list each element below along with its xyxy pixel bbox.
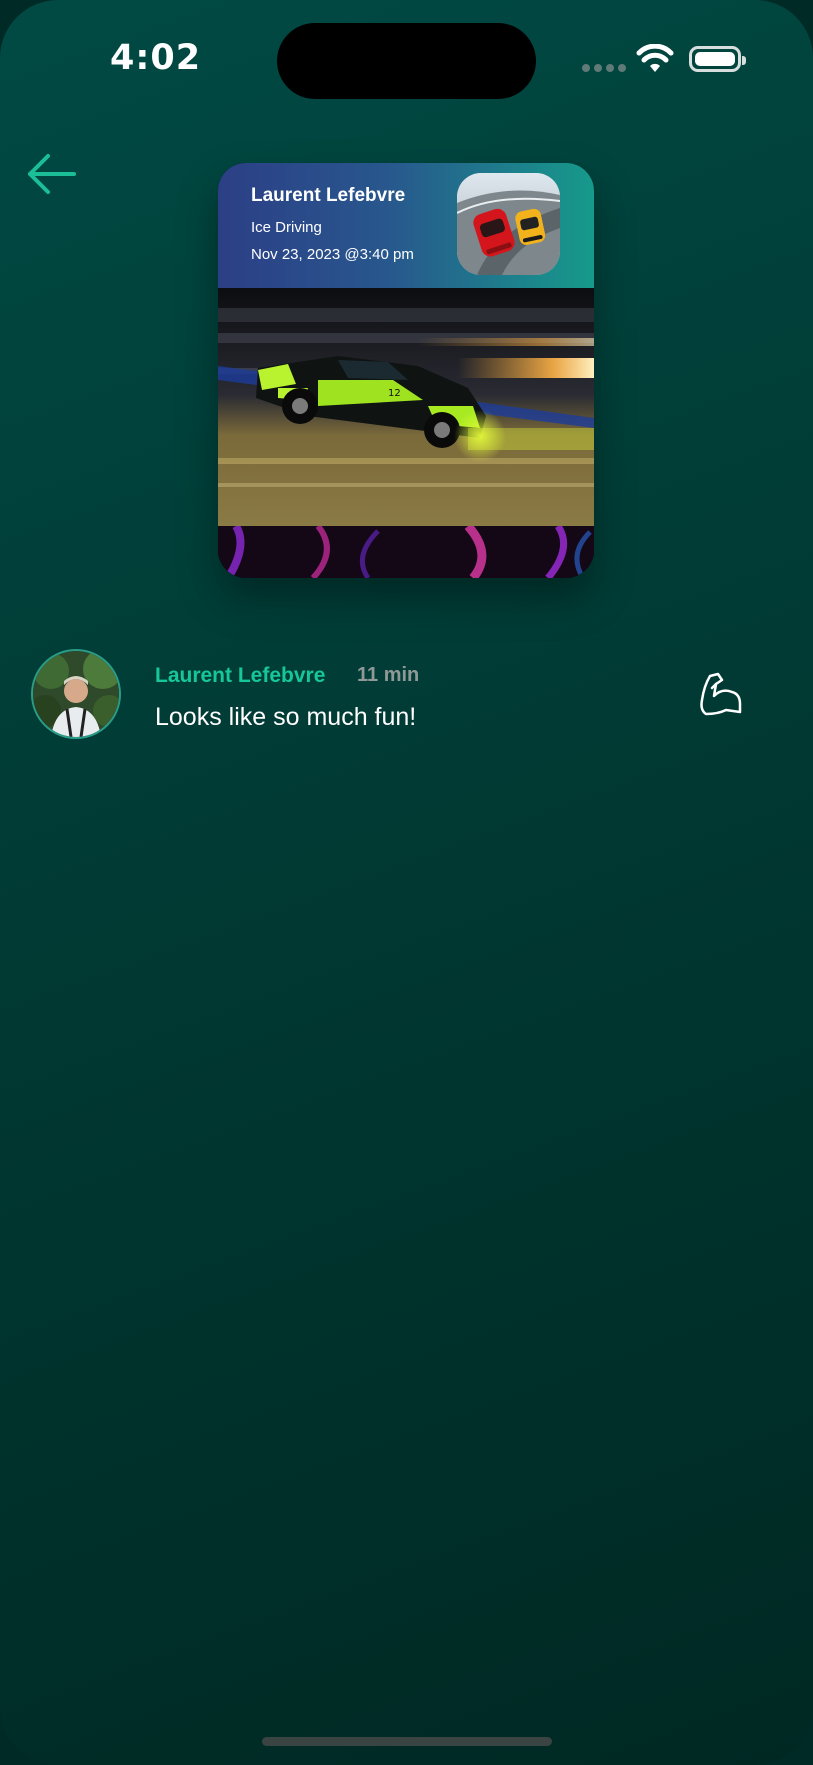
comment-author-name[interactable]: Laurent Lefebvre [155, 664, 325, 688]
back-arrow-icon[interactable] [24, 150, 80, 198]
shared-post-card[interactable]: Laurent Lefebvre Ice Driving Nov 23, 202… [218, 163, 594, 578]
comment-text: Looks like so much fun! [155, 703, 417, 731]
avatar[interactable] [31, 649, 121, 739]
flexed-bicep-icon[interactable] [696, 670, 746, 720]
race-car-photo: 12 [218, 288, 594, 526]
wifi-icon [636, 44, 674, 72]
post-card-footer-art [218, 526, 594, 578]
post-activity: Ice Driving [251, 219, 322, 236]
comment-timestamp: 11 min [357, 664, 420, 686]
screen: 4:02 Laurent Lefebvre Ice Driving Nov 23… [0, 0, 813, 1765]
battery-icon [689, 46, 746, 72]
cellular-signal-icon [582, 64, 626, 72]
racing-game-app-icon [457, 173, 560, 275]
post-author-name: Laurent Lefebvre [251, 185, 406, 206]
status-time: 4:02 [110, 38, 202, 78]
post-card-header: Laurent Lefebvre Ice Driving Nov 23, 202… [218, 163, 594, 288]
dynamic-island [277, 23, 536, 99]
svg-text:12: 12 [388, 388, 401, 399]
post-date: Nov 23, 2023 @3:40 pm [251, 246, 414, 263]
home-indicator[interactable] [262, 1737, 552, 1746]
